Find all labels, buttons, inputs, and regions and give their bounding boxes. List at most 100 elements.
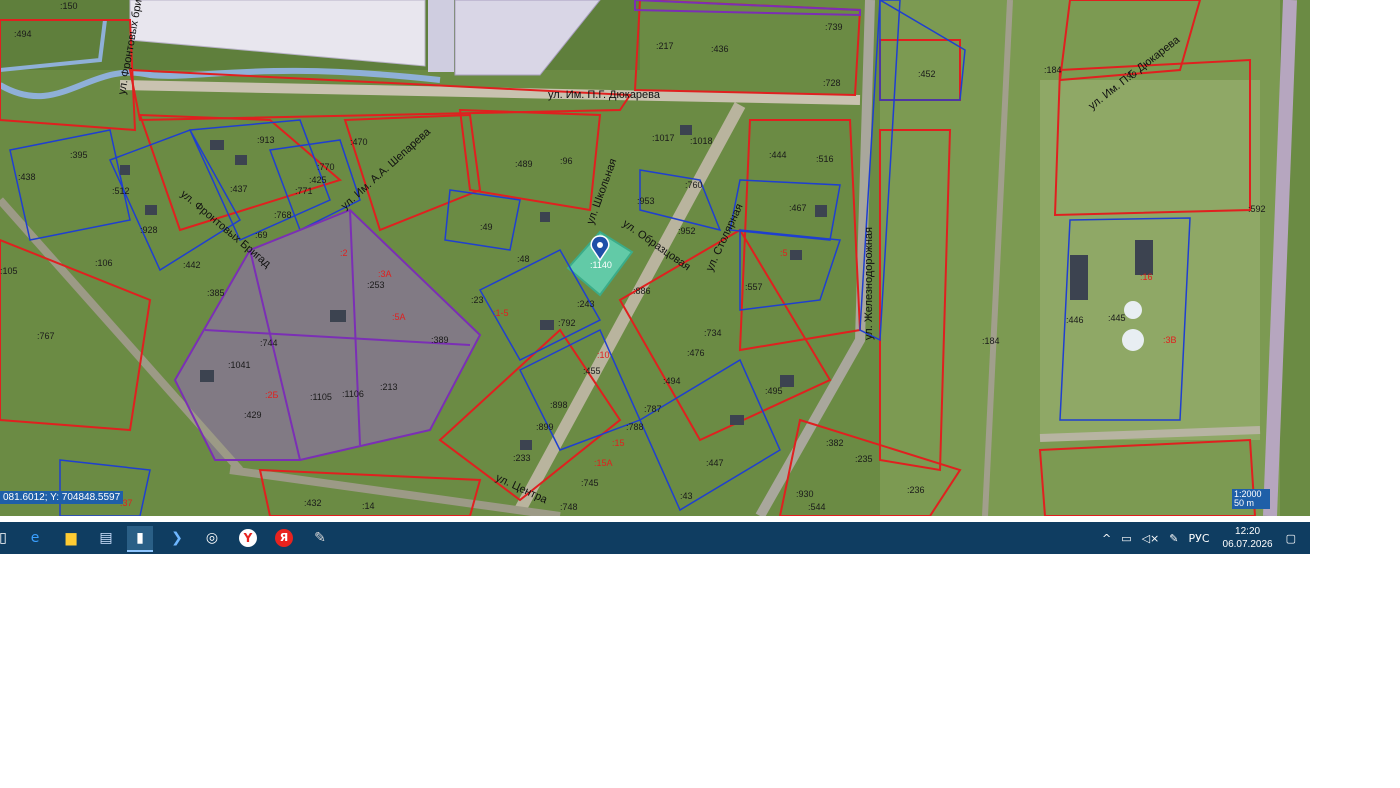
yandex-browser-icon[interactable]: Y [235,526,261,550]
parcel-label: :771 [295,186,313,196]
parcel-label: :899 [536,422,554,432]
parcel-label: :476 [687,348,705,358]
notification-icon[interactable]: ▢ [1286,532,1296,545]
parcel-label: :489 [515,159,533,169]
parcel-label: :770 [317,162,335,172]
parcel-label: :49 [1124,70,1137,80]
parcel-label: :446 [1066,315,1084,325]
parcel-label: :23 [471,295,484,305]
parcel-label: :43 [680,491,693,501]
parcel-label: :49 [480,222,493,232]
parcel-label: :105 [0,266,18,276]
parcel-label: :516 [816,154,834,164]
yandex-icon[interactable]: Я [271,526,297,550]
parcel-label: :243 [577,299,595,309]
parcel-number: :3В [1163,335,1177,345]
system-tray: ^ ▭ ◁× ✎ РУС 12:20 06.07.2026 ▢ [1097,522,1310,554]
parcel-label: :96 [560,156,573,166]
language-indicator[interactable]: РУС [1189,532,1210,545]
parcel-label: :442 [183,260,201,270]
map-scale: 1:2000 50 m [1232,489,1270,509]
parcel-label: :898 [550,400,568,410]
parcel-label: :768 [274,210,292,220]
clock[interactable]: 12:20 06.07.2026 [1223,525,1273,551]
parcel-label: :236 [907,485,925,495]
parcel-label: :385 [207,288,225,298]
scale-length: 50 m [1234,498,1255,508]
parcel-number: :10 [597,350,610,360]
edge-icon[interactable]: e [22,526,48,550]
parcel-label: :438 [18,172,36,182]
selected-parcel-number[interactable]: :1140 [590,260,612,270]
parcel-label: :217 [656,41,674,51]
parcel-label: :557 [745,282,763,292]
parcel-label: :1105 [310,392,332,402]
ccleaner-icon[interactable]: ◎ [199,526,225,550]
parcel-label: :1018 [690,136,713,146]
volume-muted-icon[interactable]: ◁× [1142,532,1160,545]
parcel-number: :5 [780,248,788,258]
parcel-label: :928 [140,225,158,235]
parcel-label: :1017 [652,133,675,143]
parcel-label: :253 [367,280,385,290]
parcel-label: :952 [678,226,696,236]
parcel-label: :395 [70,150,88,160]
parcel-number: :5А [392,312,406,322]
parcel-label: :512 [112,186,130,196]
parcel-label: :495 [765,386,783,396]
cadastral-map[interactable]: ул. Им. П.Г. Дюкарева ул. Фронтовых Бриг… [0,0,1310,516]
file-explorer-icon[interactable]: ▆ [58,526,84,550]
parcel-label: :467 [789,203,807,213]
parcel-label: :913 [257,135,275,145]
parcel-label: :48 [517,254,530,264]
map-canvas[interactable]: ул. Им. П.Г. Дюкарева ул. Фронтовых Бриг… [0,0,1310,516]
powershell-icon[interactable]: ❯ [164,526,190,550]
cursor-coordinates: 081.6012; Y: 704848.5597 [0,491,124,504]
chevron-up-icon[interactable]: ^ [1102,532,1111,545]
parcel-label: :235 [855,454,873,464]
parcel-label: :788 [626,422,644,432]
network-icon[interactable]: ▭ [1121,532,1131,545]
clock-date: 06.07.2026 [1222,539,1273,550]
parcel-label: :184 [1044,65,1062,75]
parcel-label: :455 [583,366,601,376]
parcel-label: :544 [808,502,826,512]
street-label-zheleznodorozhnaya: ул. Железнодорожная [863,227,875,340]
parcel-label: :213 [380,382,398,392]
parcel-label: :953 [637,196,655,206]
parcel-label: :184 [982,336,1000,346]
parcel-number: :3А [378,269,392,279]
parcel-label: :886 [633,286,651,296]
parcel-label: :425 [309,175,327,185]
network-computer-icon[interactable]: ▤ [93,526,119,550]
parcel-label: :494 [663,376,681,386]
parcel-label: :1106 [342,389,364,399]
parcel-label: :744 [260,338,278,348]
parcel-label: :1041 [228,360,251,370]
parcel-label: :930 [796,489,814,499]
parcel-number: :1-5 [493,308,509,318]
parcel-label: :436 [711,44,729,54]
parcel-label: :389 [431,335,449,345]
parcel-label: :445 [1108,313,1126,323]
parcel-number: :2 [340,248,348,258]
parcel-number: :2Б [265,390,279,400]
parcel-label: :233 [513,453,531,463]
paint-icon[interactable]: ✎ [307,526,333,550]
pen-icon[interactable]: ✎ [1169,532,1178,545]
windows-taskbar: ▯ e ▆ ▤ ▮ ❯ ◎ Y Я ✎ ^ ▭ ◁× ✎ РУС 12:20 0… [0,522,1310,554]
start-partial-icon[interactable]: ▯ [0,526,16,550]
parcel-label: :447 [706,458,724,468]
parcel-label: :792 [558,318,576,328]
parcel-label: :592 [1248,204,1266,214]
parcel-label: :787 [644,404,662,414]
document-icon[interactable]: ▮ [127,526,153,552]
parcel-label: :444 [769,150,787,160]
parcel-label: :748 [560,502,578,512]
parcel-number: :16 [1140,272,1153,282]
street-label-dyukareva: ул. Им. П.Г. Дюкарева [548,89,661,101]
parcel-label: :106 [95,258,113,268]
parcel-label: :494 [14,29,32,39]
parcel-label: :69 [255,230,268,240]
parcel-label: :382 [826,438,844,448]
